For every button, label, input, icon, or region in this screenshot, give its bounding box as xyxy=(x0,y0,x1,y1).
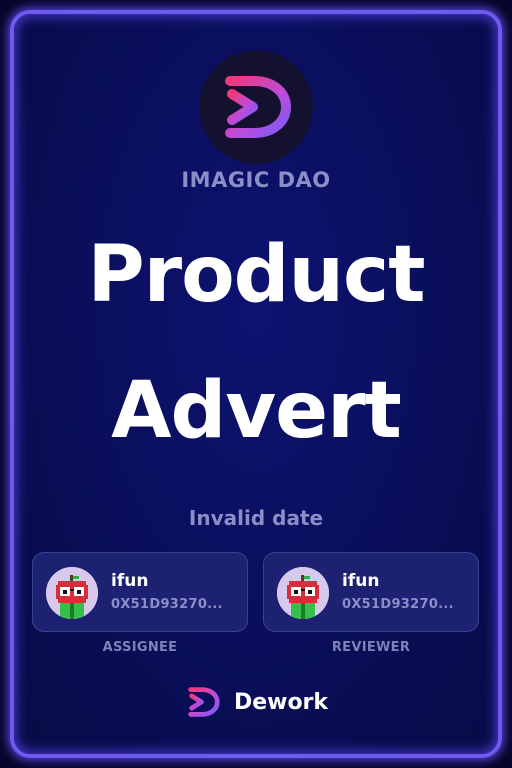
dework-d-icon xyxy=(188,687,220,717)
task-title-line2: Advert xyxy=(111,366,402,456)
assignee-role-label: ASSIGNEE xyxy=(102,640,178,655)
reviewer-card[interactable]: ifun 0X51D93270... xyxy=(263,552,479,632)
reviewer-name: ifun xyxy=(342,571,380,591)
assignee-name: ifun xyxy=(111,571,149,591)
reviewer-role-label: REVIEWER xyxy=(331,640,411,655)
footer-brand-label: Dework xyxy=(233,689,329,715)
task-date: Invalid date xyxy=(188,506,324,530)
footer-brand[interactable]: Dework xyxy=(0,682,512,722)
avatar xyxy=(277,567,329,619)
avatar xyxy=(46,567,98,619)
assignee-card[interactable]: ifun 0X51D93270... xyxy=(32,552,248,632)
reviewer-address: 0X51D93270... xyxy=(342,597,454,612)
pixel-apple-avatar-icon xyxy=(277,567,329,619)
task-title-line1: Product xyxy=(87,230,425,320)
assignee-address: 0X51D93270... xyxy=(111,597,223,612)
dao-name: IMAGIC DAO xyxy=(181,168,331,192)
dework-d-icon xyxy=(225,76,291,138)
dao-logo xyxy=(199,50,313,164)
pixel-apple-avatar-icon xyxy=(46,567,98,619)
